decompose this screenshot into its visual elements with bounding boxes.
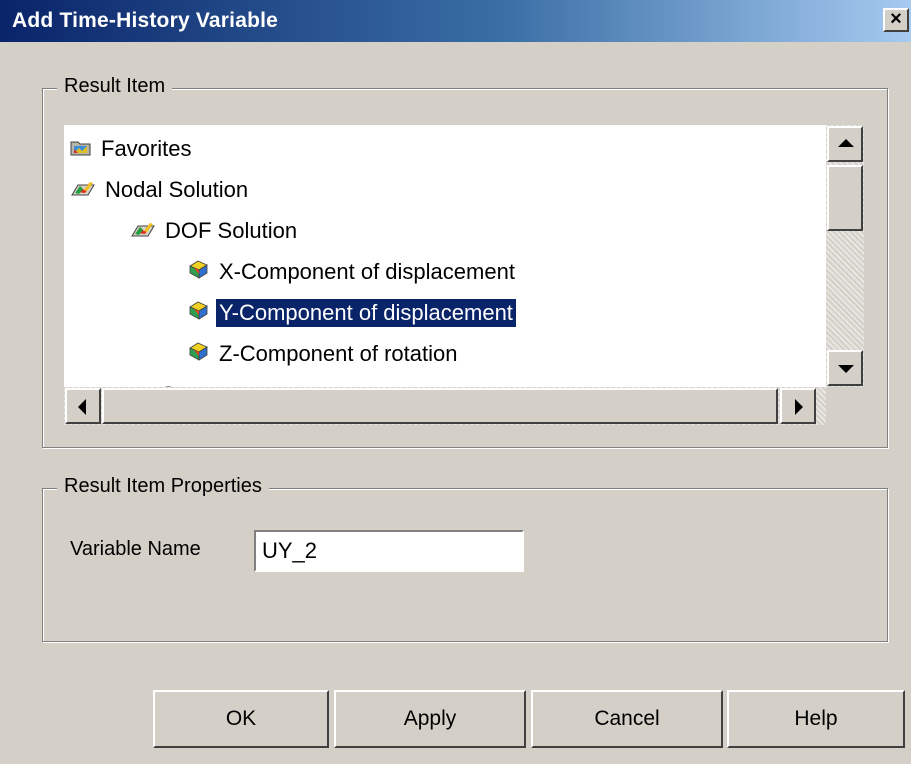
result-cube-icon (188, 259, 210, 285)
result-cube-icon (188, 341, 210, 367)
result-item-properties-group-label: Result Item Properties (57, 475, 269, 498)
variable-name-label: Variable Name (70, 538, 201, 560)
result-tree[interactable]: Favorites Nodal Solution DOF Solution X-Com… (64, 125, 864, 425)
tree-item-label: Favorites (101, 136, 192, 161)
scroll-right-button[interactable] (780, 388, 816, 424)
tree-item[interactable]: Stress (130, 375, 226, 387)
help-button[interactable]: Help (727, 690, 905, 748)
result-item-group-label: Result Item (57, 75, 173, 98)
tree-item-label: DOF Solution (165, 218, 298, 243)
tree-item[interactable]: DOF Solution (130, 211, 300, 251)
horizontal-scrollbar[interactable] (64, 387, 826, 425)
tree-item-label: Y-Component of displacement (216, 299, 516, 327)
arrow-up-icon (838, 139, 854, 147)
ok-button[interactable]: OK (153, 690, 329, 748)
folder-favorites-icon (70, 136, 92, 162)
tree-item[interactable]: Y-Component of displacement (188, 293, 516, 333)
close-icon: × (890, 8, 902, 30)
tree-item-label: X-Component of displacement (219, 259, 515, 284)
tree-content: Favorites Nodal Solution DOF Solution X-Com… (64, 125, 824, 387)
arrow-left-icon (78, 399, 86, 415)
nodal-solution-icon (70, 177, 96, 203)
result-cube-icon (188, 300, 210, 326)
cancel-button[interactable]: Cancel (531, 690, 723, 748)
arrow-down-icon (838, 365, 854, 373)
scroll-up-button[interactable] (827, 126, 863, 162)
window-title: Add Time-History Variable (12, 9, 279, 32)
tree-item-label: Z-Component of rotation (219, 341, 458, 366)
tree-item[interactable]: Favorites (70, 129, 194, 169)
horizontal-scroll-thumb[interactable] (102, 388, 778, 424)
variable-name-input[interactable] (254, 530, 524, 572)
tree-item-label: Nodal Solution (105, 177, 249, 202)
vertical-scroll-thumb[interactable] (827, 165, 863, 231)
scroll-corner (826, 387, 864, 425)
tree-item[interactable]: Z-Component of rotation (188, 334, 460, 374)
title-bar: Add Time-History Variable × (0, 0, 911, 42)
scroll-left-button[interactable] (65, 388, 101, 424)
dof-solution-icon (130, 218, 156, 244)
vertical-scrollbar[interactable] (826, 125, 864, 387)
apply-button[interactable]: Apply (334, 690, 526, 748)
tree-item[interactable]: X-Component of displacement (188, 252, 518, 292)
arrow-right-icon (795, 399, 803, 415)
close-button[interactable]: × (883, 8, 909, 32)
scroll-down-button[interactable] (827, 350, 863, 386)
tree-item[interactable]: Nodal Solution (70, 170, 251, 210)
